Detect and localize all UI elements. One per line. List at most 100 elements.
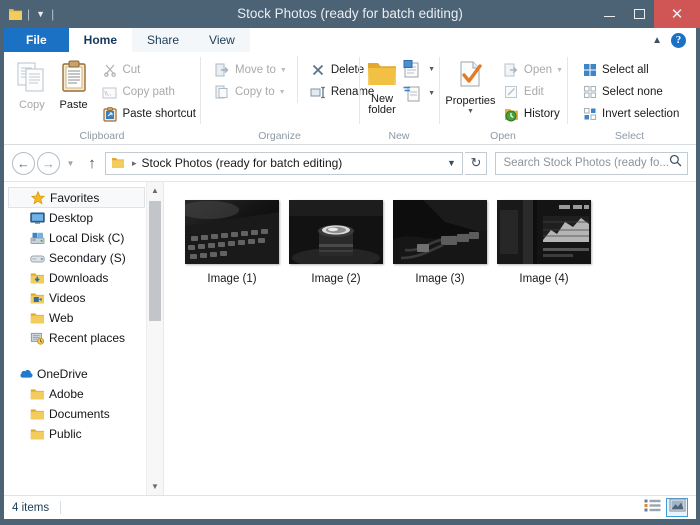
close-icon: ✕: [670, 5, 684, 23]
navigation-scrollbar[interactable]: ▲ ▼: [146, 182, 163, 495]
open-button[interactable]: Open ▼: [499, 59, 567, 81]
tab-view[interactable]: View: [194, 28, 250, 52]
sidebar-label-videos: Videos: [49, 291, 86, 305]
copy-path-icon: \\..: [101, 84, 118, 100]
sidebar-item-recent-places[interactable]: Recent places: [4, 328, 163, 348]
tab-home[interactable]: Home: [68, 28, 133, 52]
details-view-button[interactable]: [641, 498, 663, 517]
list-item[interactable]: Image (2): [284, 200, 388, 285]
history-button[interactable]: History: [499, 103, 567, 125]
select-all-button[interactable]: Select all: [577, 59, 683, 81]
large-icons-view-button[interactable]: [666, 498, 688, 517]
copy-path-button[interactable]: \\.. Copy path: [97, 81, 200, 103]
chevron-down-icon[interactable]: ▼: [428, 90, 435, 97]
rename-icon: [310, 84, 327, 100]
sidebar-item-videos[interactable]: Videos: [4, 288, 163, 308]
sidebar-label-web: Web: [49, 311, 74, 325]
navigation-list: Favorites Desktop Local Disk (C) Seconda…: [4, 182, 163, 444]
address-input[interactable]: ▸ Stock Photos (ready for batch editing)…: [105, 151, 464, 175]
select-all-label: Select all: [602, 64, 649, 76]
nav-section-gap: [4, 348, 163, 364]
properties-button[interactable]: Properties ▼: [444, 56, 497, 115]
up-button[interactable]: ↑: [81, 152, 103, 175]
search-box[interactable]: Search Stock Photos (ready fo...: [495, 151, 688, 175]
paste-shortcut-label: Paste shortcut: [122, 108, 196, 120]
chevron-down-icon[interactable]: ▼: [428, 66, 435, 73]
file-list-pane[interactable]: Image (1) Image (2) Image (3) Image (4): [164, 182, 696, 495]
address-dropdown-button[interactable]: ▼: [442, 158, 460, 168]
select-none-button[interactable]: Select none: [577, 81, 683, 103]
new-folder-button[interactable]: New folder: [365, 56, 399, 116]
chevron-up-icon[interactable]: ▲: [652, 35, 662, 46]
history-icon: [503, 106, 520, 122]
select-none-icon: [581, 84, 598, 100]
search-input[interactable]: Search Stock Photos (ready fo...: [503, 157, 669, 169]
list-item[interactable]: Image (4): [492, 200, 596, 285]
sidebar-item-local-disk-c[interactable]: Local Disk (C): [4, 228, 163, 248]
maximize-button[interactable]: [624, 0, 654, 28]
window-frame-right: [696, 28, 700, 525]
chevron-down-icon[interactable]: ▼: [279, 89, 286, 96]
sidebar-item-adobe[interactable]: Adobe: [4, 384, 163, 404]
breadcrumb[interactable]: Stock Photos (ready for batch editing): [142, 156, 343, 170]
nav-label-onedrive: OneDrive: [37, 367, 88, 381]
list-item-label: Image (4): [519, 273, 569, 285]
up-arrow-icon: ↑: [88, 154, 96, 172]
history-label: History: [523, 108, 560, 120]
list-item[interactable]: Image (1): [180, 200, 284, 285]
sidebar-item-documents[interactable]: Documents: [4, 404, 163, 424]
easy-access-button[interactable]: ▼: [399, 81, 439, 105]
onedrive-icon: [18, 368, 37, 380]
paste-button[interactable]: Paste: [54, 56, 94, 111]
ribbon-group-new: New folder ▼ ▼ New: [359, 52, 439, 144]
refresh-button[interactable]: ↻: [465, 151, 488, 175]
folder-icon: [30, 388, 49, 401]
move-to-button[interactable]: Move to ▼: [210, 59, 291, 81]
ribbon-group-select: Select all Select none Invert selection …: [567, 52, 692, 144]
paste-label: Paste: [59, 99, 88, 111]
sidebar-item-web[interactable]: Web: [4, 308, 163, 328]
sidebar-item-desktop[interactable]: Desktop: [4, 208, 163, 228]
sidebar-item-secondary-s[interactable]: Secondary (S): [4, 248, 163, 268]
chevron-down-icon[interactable]: ▼: [556, 67, 563, 74]
properties-icon: [455, 60, 485, 93]
scroll-down-button[interactable]: ▼: [147, 478, 163, 495]
minimize-button[interactable]: [594, 0, 624, 28]
delete-icon: [310, 62, 327, 78]
copy-to-button[interactable]: Copy to ▼: [210, 81, 291, 103]
chevron-down-icon[interactable]: ▼: [467, 108, 474, 115]
sidebar-label-downloads: Downloads: [49, 271, 109, 285]
close-button[interactable]: ✕: [654, 0, 700, 28]
chevron-down-icon[interactable]: ▼: [280, 67, 287, 74]
harddisk-icon: [30, 232, 49, 245]
tab-file[interactable]: File: [4, 28, 69, 52]
ribbon-tab-right-controls: ▲ ?: [652, 28, 696, 52]
help-icon[interactable]: ?: [671, 32, 686, 48]
star-icon: [31, 190, 50, 205]
tab-share[interactable]: Share: [132, 28, 195, 52]
sidebar-item-public[interactable]: Public: [4, 424, 163, 444]
paste-shortcut-icon: [101, 106, 118, 122]
copy-button[interactable]: Copy: [12, 56, 52, 111]
scroll-up-button[interactable]: ▲: [147, 182, 163, 199]
ribbon-group-organize: Move to ▼ Copy to ▼ Delete Rename Organi…: [200, 52, 375, 144]
breadcrumb-separator[interactable]: ▸: [127, 158, 142, 169]
recent-locations-button[interactable]: ▼: [62, 152, 79, 175]
nav-root-favorites[interactable]: Favorites: [8, 187, 145, 208]
forward-button[interactable]: →: [37, 151, 60, 175]
edit-button[interactable]: Edit: [499, 81, 567, 103]
details-view-icon: [644, 499, 661, 517]
sidebar-label-local-disk-c: Local Disk (C): [49, 231, 125, 245]
paste-shortcut-button[interactable]: Paste shortcut: [97, 103, 200, 125]
search-icon[interactable]: [669, 154, 683, 172]
new-item-button[interactable]: ▼: [399, 57, 439, 81]
invert-selection-button[interactable]: Invert selection: [577, 103, 683, 125]
nav-root-onedrive[interactable]: OneDrive: [4, 364, 163, 384]
back-button[interactable]: ←: [12, 151, 35, 175]
sidebar-label-public: Public: [49, 427, 82, 441]
list-item[interactable]: Image (3): [388, 200, 492, 285]
sidebar-item-downloads[interactable]: Downloads: [4, 268, 163, 288]
cut-button[interactable]: Cut: [97, 59, 200, 81]
scrollbar-thumb[interactable]: [149, 201, 161, 321]
drive-icon: [30, 252, 49, 265]
